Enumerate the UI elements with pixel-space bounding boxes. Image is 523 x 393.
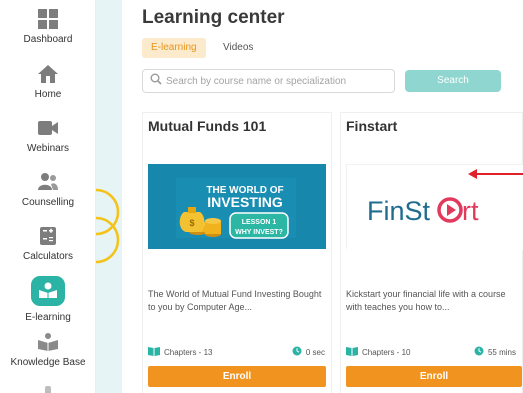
active-indicator <box>31 276 65 306</box>
sidebar-item-label: E-learning <box>25 312 71 323</box>
search-icon <box>150 72 162 90</box>
course-title: Mutual Funds 101 <box>148 118 267 134</box>
sidebar-item-e-learning[interactable]: E-learning <box>0 276 96 323</box>
sidebar-item-dashboard[interactable]: Dashboard <box>0 9 96 45</box>
enroll-button[interactable]: Enroll <box>148 366 326 387</box>
thumbnail-lesson: LESSON 1 <box>242 219 277 226</box>
sidebar-item-counselling[interactable]: Counselling <box>0 172 96 208</box>
course-title: Finstart <box>346 118 398 134</box>
course-meta: Chapters - 10 55 mins <box>346 346 516 358</box>
sidebar-item-label: Knowledge Base <box>10 357 86 368</box>
search-button[interactable]: Search <box>405 70 501 92</box>
course-card-mutual-funds[interactable]: Mutual Funds 101 $ THE WORLD OF INVESTIN… <box>142 112 332 393</box>
book-icon <box>148 346 160 358</box>
chapters-count: Chapters - 10 <box>362 347 411 357</box>
svg-text:$: $ <box>189 218 194 228</box>
logo-text-part2: rt <box>462 196 479 226</box>
tab-e-learning[interactable]: E-learning <box>142 38 206 58</box>
video-camera-icon <box>37 118 59 138</box>
course-description: The World of Mutual Fund Investing Bough… <box>148 289 322 312</box>
sidebar: Dashboard Home Webinars Counselling Calc… <box>0 0 96 393</box>
sidebar-item-label: Calculators <box>22 251 74 262</box>
sidebar-item-label: Dashboard <box>23 34 73 45</box>
sidebar-item-label: Counselling <box>21 197 75 208</box>
decorative-arcs <box>96 188 120 264</box>
sidebar-item-label: Webinars <box>26 143 70 154</box>
course-card-finstart[interactable]: Finstart FinSt rt Kickstart your financi… <box>340 112 523 393</box>
main-content: Learning center E-learning Videos Search… <box>122 0 523 393</box>
course-duration: 0 sec <box>305 347 325 357</box>
logo-text-part1: FinSt <box>367 196 431 226</box>
home-icon <box>37 64 59 84</box>
annotation-arrow <box>468 169 523 179</box>
thumbnail-heading-line2: INVESTING <box>207 194 283 210</box>
clock-icon <box>474 346 484 358</box>
sidebar-item-label: Home <box>34 89 62 100</box>
course-duration: 55 mins <box>487 347 516 357</box>
book-icon <box>346 346 358 358</box>
sidebar-item-knowledge-base[interactable]: Knowledge Base <box>0 332 96 368</box>
sidebar-item-home[interactable]: Home <box>0 64 96 100</box>
calculator-icon <box>37 226 59 246</box>
thumbnail-question: WHY INVEST? <box>235 229 283 236</box>
reader-icon <box>37 332 59 352</box>
enroll-button[interactable]: Enroll <box>346 366 522 387</box>
people-icon <box>37 172 59 192</box>
search-box <box>142 69 395 93</box>
course-meta: Chapters - 13 0 sec <box>148 346 325 358</box>
page-title: Learning center <box>142 7 285 28</box>
decorative-strip <box>96 0 122 393</box>
chapters-count: Chapters - 13 <box>164 347 213 357</box>
search-input[interactable] <box>166 75 386 87</box>
course-description: Kickstart your financial life with a cou… <box>346 289 506 312</box>
sidebar-more-indicator <box>45 386 51 393</box>
course-thumbnail: $ THE WORLD OF INVESTING LESSON 1 WHY IN… <box>148 164 326 249</box>
clock-icon <box>292 346 302 358</box>
book-icon <box>38 281 58 302</box>
sidebar-item-webinars[interactable]: Webinars <box>0 118 96 154</box>
dashboard-icon <box>37 9 59 29</box>
sidebar-item-calculators[interactable]: Calculators <box>0 226 96 262</box>
tab-videos[interactable]: Videos <box>214 38 262 58</box>
